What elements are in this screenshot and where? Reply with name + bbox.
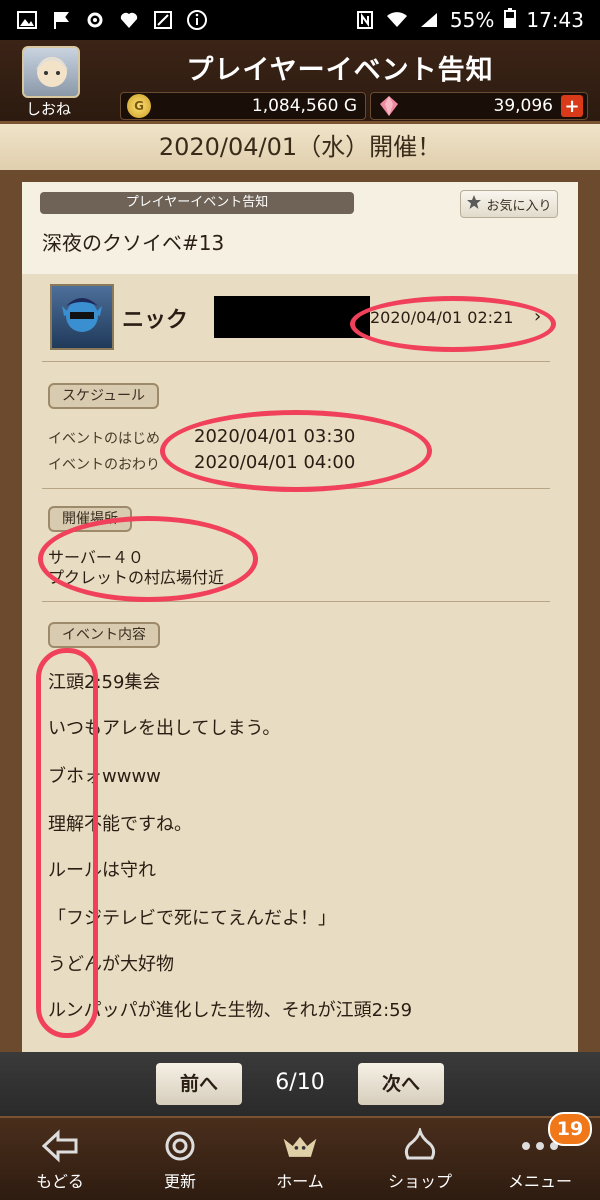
heart-icon [118,9,140,31]
schedule-section-label: スケジュール [48,383,160,409]
page-title: プレイヤーイベント告知 [186,55,494,86]
shop-slime-icon [400,1128,440,1164]
add-gems-button[interactable]: + [561,95,583,117]
end-label: イベントのおわり [48,457,160,473]
status-bar-left [16,9,208,31]
page-count: 6/10 [275,1070,325,1095]
nav-back[interactable]: もどる [0,1118,120,1200]
battery-percent: 55% [449,8,495,32]
annotation-circle [350,296,556,352]
info-icon [186,9,208,31]
poster-avatar[interactable] [50,284,114,350]
date-banner: 2020/04/01（水）開催！ [0,124,600,170]
pager: 前へ 6/10 次へ [0,1052,600,1116]
nav-home[interactable]: ホーム [240,1118,360,1200]
status-bar: 55% 17:43 [0,0,600,40]
bottom-nav: もどる 更新 ホーム ショップ メニュー [0,1116,600,1200]
content-section-label: イベント内容 [48,622,160,648]
nav-refresh-label: 更新 [163,1172,196,1191]
gem-icon [377,94,401,118]
gold-display: G 1,084,560 G [120,92,366,120]
annotation-circle [160,410,432,492]
gem-display: 39,096 + [370,92,588,120]
refresh-icon [160,1128,200,1164]
settings-icon [84,9,106,31]
event-title: 深夜のクソイベ#13 [42,231,225,255]
back-arrow-icon [40,1128,80,1164]
home-monster-icon [280,1128,320,1164]
image-icon [16,9,38,31]
status-bar-right: 55% 17:43 [354,7,584,33]
prev-page-button[interactable]: 前へ [156,1063,242,1105]
start-label: イベントのはじめ [48,431,160,447]
nav-shop[interactable]: ショップ [360,1118,480,1200]
flag-icon [50,9,72,31]
star-icon [466,194,482,214]
redacted-block [214,296,370,338]
divider [42,361,550,362]
nfc-icon [354,9,376,31]
favorite-button[interactable]: お気に入り [460,190,558,218]
player-name: しおね [26,100,72,118]
box-icon [152,9,174,31]
content-line: ルンパッパが進化した生物、それが江頭2:59 [48,1000,413,1021]
gold-amount: 1,084,560 G [251,96,357,116]
nav-refresh[interactable]: 更新 [120,1118,240,1200]
nav-menu-label: メニュー [507,1172,572,1191]
next-page-button[interactable]: 次へ [358,1063,444,1105]
signal-icon [418,9,440,31]
wifi-icon [386,9,408,31]
favorite-label: お気に入り [486,198,552,214]
nav-shop-label: ショップ [387,1172,452,1191]
poster-name: ニック [122,308,189,333]
battery-icon [504,7,517,33]
clock: 17:43 [526,8,584,32]
nav-back-label: もどる [36,1172,84,1191]
app-header: しおね プレイヤーイベント告知 G 1,084,560 G 39,096 + [0,40,600,124]
gem-amount: 39,096 [493,96,553,116]
gold-coin-icon: G [127,94,151,118]
player-avatar[interactable] [22,46,80,98]
divider [42,601,550,602]
annotation-circle [36,648,98,1038]
event-category-label: プレイヤーイベント告知 [40,192,354,214]
menu-notification-badge: 19 [548,1112,592,1146]
annotation-circle [38,516,258,602]
nav-home-label: ホーム [276,1172,324,1191]
